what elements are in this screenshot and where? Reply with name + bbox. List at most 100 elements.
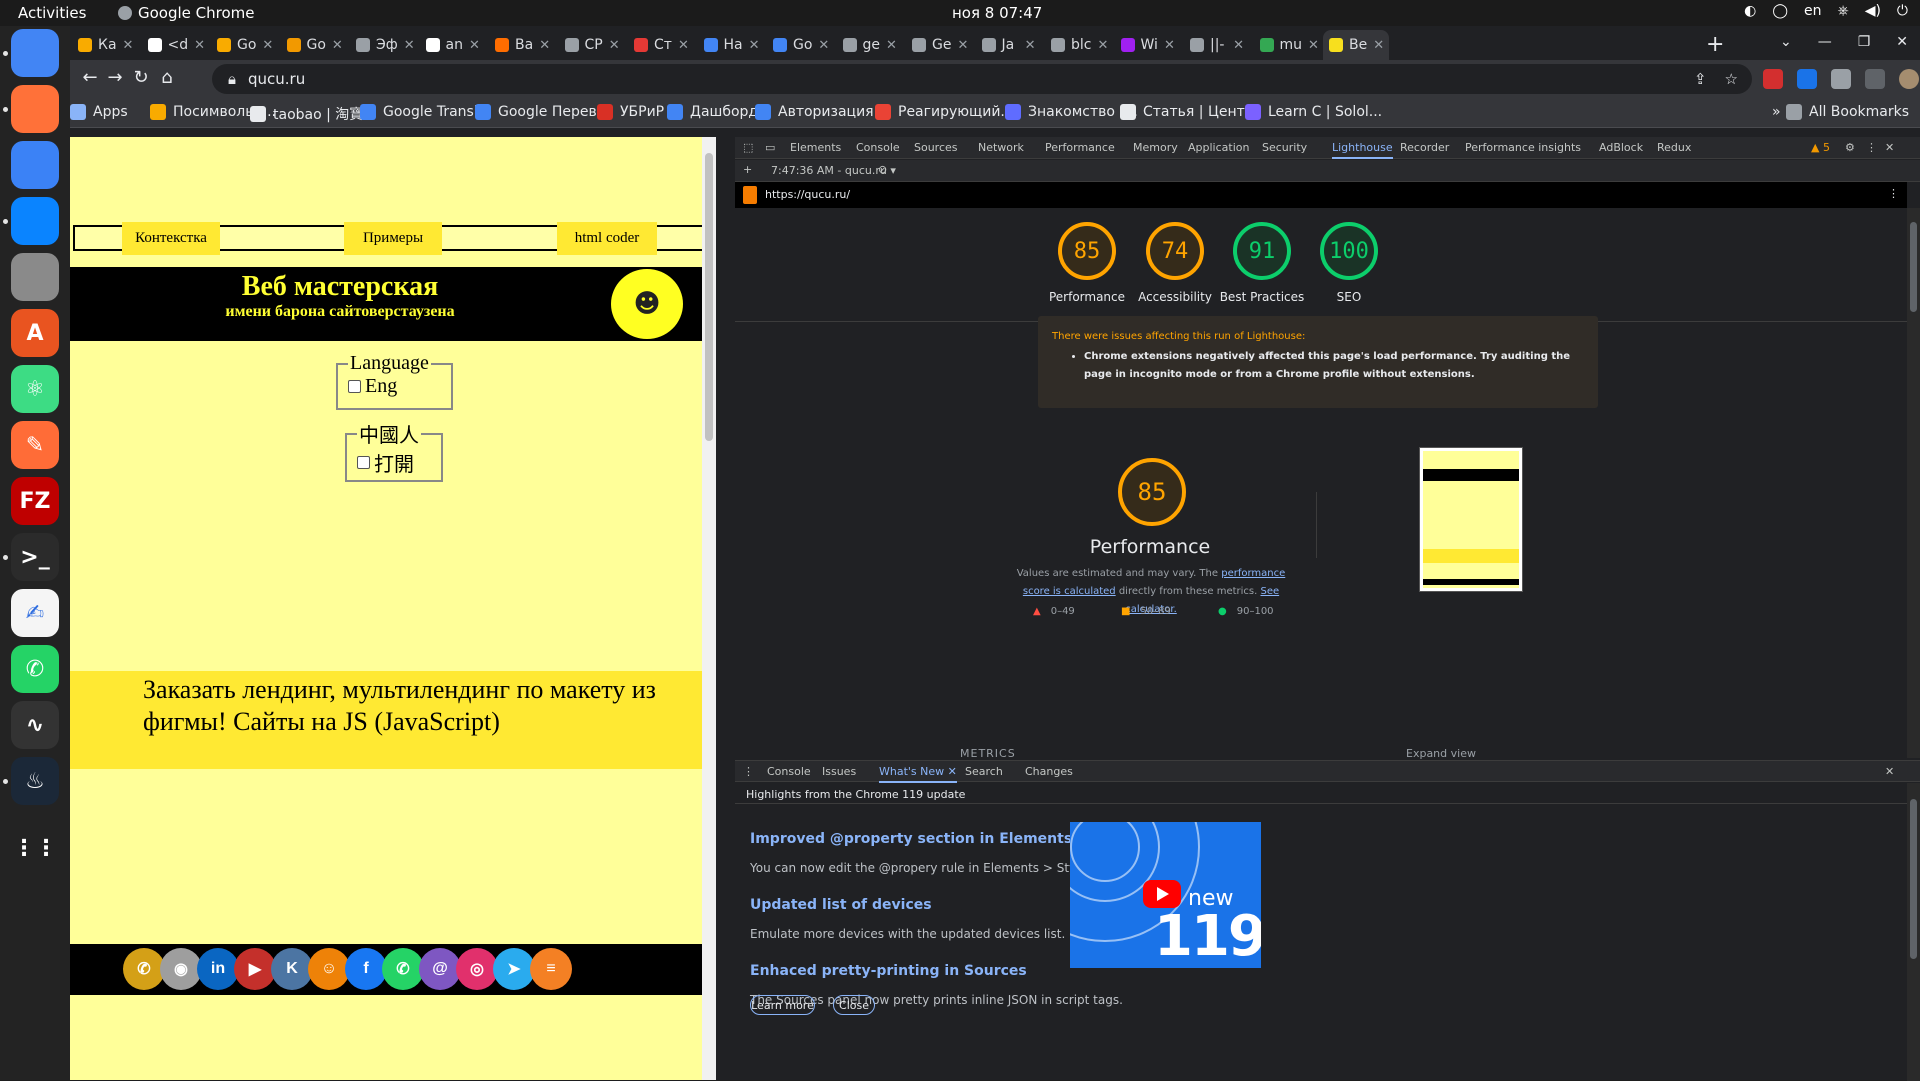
bookmark-item[interactable]: Google Transl... [360,104,491,120]
forward-icon[interactable]: → [103,67,127,88]
tab-search-icon[interactable]: ⌄ [1780,34,1792,50]
reload-icon[interactable]: ↻ [129,67,153,88]
tab-close-icon[interactable]: ✕ [539,38,550,53]
report-menu-icon[interactable]: ⋮ [1888,187,1899,200]
devtools-tab[interactable]: Redux [1657,141,1691,154]
bookmark-item[interactable]: Знакомство -... [1005,104,1138,120]
tab-close-icon[interactable]: ✕ [678,38,689,53]
device-toggle-icon[interactable]: ▭ [765,141,775,154]
home-icon[interactable]: ⌂ [155,67,179,88]
network-icon[interactable]: ⎈ [1837,3,1848,19]
clear-reports-icon[interactable]: ⊘ [878,163,887,176]
browser-tab[interactable]: CP ✕ [559,30,625,60]
browser-tab[interactable]: Be ✕ [1323,30,1389,60]
tab-close-icon[interactable]: ✕ [332,38,343,53]
share-icon[interactable]: ⇪ [1694,70,1707,88]
language-indicator[interactable]: en [1804,3,1822,19]
drawer-tab-close-icon[interactable]: ✕ [944,765,957,778]
page-scrollbar[interactable] [702,137,716,1080]
whatsapp-icon[interactable]: ✆ [382,948,424,990]
show-apps-icon[interactable]: ⋮⋮ [11,824,59,872]
devtools-tab[interactable]: Network [978,141,1024,154]
tab-close-icon[interactable]: ✕ [1097,38,1108,53]
tab-close-icon[interactable]: ✕ [749,38,760,53]
back-icon[interactable]: ← [78,67,102,88]
files-icon[interactable] [11,253,59,301]
tab-close-icon[interactable]: ✕ [1025,38,1036,53]
bookmark-item[interactable]: Дашборд [667,104,758,120]
telegram-icon[interactable]: ➤ [493,948,535,990]
all-bookmarks-button[interactable]: All Bookmarks [1786,104,1909,120]
address-bar[interactable]: 🔒︎ qucu.ru ⇪ ☆ [212,64,1752,94]
drawer-tab[interactable]: Console [767,765,811,778]
devtools-settings-icon[interactable]: ⚙ [1845,141,1855,154]
ok-icon[interactable]: ☺ [308,948,350,990]
eng-option[interactable]: Eng [348,375,441,398]
active-app-menu[interactable]: Google Chrome [118,4,255,22]
clock[interactable]: ноя 8 07:47 [952,4,1042,22]
tab-close-icon[interactable]: ✕ [886,38,897,53]
adblock-extension-icon[interactable] [1763,69,1783,89]
devtools-tab[interactable]: Performance [1045,141,1115,154]
page-screenshot-thumbnail[interactable] [1419,447,1523,592]
devtools-tab[interactable]: Lighthouse [1332,141,1393,159]
tab-close-icon[interactable]: ✕ [1308,38,1319,53]
site-logo[interactable]: ☻ [611,269,683,339]
report-url[interactable]: https://qucu.ru/ [765,188,850,201]
drawer-menu-icon[interactable]: ⋮ [743,765,754,778]
whatsapp-tray-icon[interactable]: ◯ [1772,3,1788,19]
score-gauge[interactable]: 100 SEO [1305,222,1393,306]
browser-tab[interactable]: Ge ✕ [906,30,972,60]
browser-tab[interactable]: Ha ✕ [698,30,764,60]
tab-close-icon[interactable]: ✕ [1233,38,1244,53]
tab-close-icon[interactable]: ✕ [404,38,415,53]
new-tab-button[interactable]: + [1706,32,1724,57]
eng-checkbox[interactable] [348,380,361,393]
bookmark-item[interactable]: Авторизация... [755,104,887,120]
drawer-tab[interactable]: What's New ✕ [879,765,957,783]
bookmark-star-icon[interactable]: ☆ [1725,70,1738,88]
open-option[interactable]: 打開 [357,448,431,477]
power-icon[interactable]: ⏻ [1897,3,1908,19]
news-title[interactable]: Enhaced pretty-printing in Sources [750,963,1027,979]
browser-tab[interactable]: Эф ✕ [350,30,416,60]
text-editor-icon[interactable]: ✍ [11,589,59,637]
minimize-icon[interactable]: — [1818,34,1832,50]
side-panel-icon[interactable] [1865,69,1885,89]
thunderbird-icon[interactable] [11,197,59,245]
browser-tab[interactable]: mu ✕ [1254,30,1320,60]
browser-tab[interactable]: Ва ✕ [489,30,555,60]
devtools-tab[interactable]: Performance insights [1465,141,1581,154]
browser-tab[interactable]: an ✕ [420,30,486,60]
bookmark-item[interactable]: Apps [70,104,128,120]
drawer-scrollbar[interactable] [1907,783,1920,1081]
browser-tab[interactable]: Wi ✕ [1115,30,1181,60]
vk-icon[interactable]: K [271,948,313,990]
new-report-icon[interactable]: + [743,163,752,176]
facebook-icon[interactable]: f [345,948,387,990]
expand-view-toggle[interactable]: Expand view [1406,747,1476,760]
postman-icon[interactable]: ✎ [11,421,59,469]
instagram-icon[interactable]: ◎ [456,948,498,990]
steam-icon[interactable]: ♨ [11,757,59,805]
report-scrollbar[interactable] [1907,208,1920,758]
app-center-icon[interactable]: A [11,309,59,357]
close-window-icon[interactable]: ✕ [1896,34,1908,50]
bookmarks-more-icon[interactable]: » [1772,104,1781,120]
tab-close-icon[interactable]: ✕ [1373,38,1384,53]
owl-icon[interactable]: ◉ [160,948,202,990]
issues-badge[interactable]: ▲ 5 [1811,141,1830,154]
browser-tab[interactable]: Ка ✕ [72,30,138,60]
system-monitor-icon[interactable]: ∿ [11,701,59,749]
browser-tab[interactable]: ||- ✕ [1184,30,1250,60]
devtools-tab[interactable]: Console [856,141,900,154]
browser-tab[interactable]: <d ✕ [142,30,208,60]
devtools-close-icon[interactable]: ✕ [1885,141,1894,154]
tab-close-icon[interactable]: ✕ [262,38,273,53]
drawer-tab[interactable]: Changes [1025,765,1073,778]
tab-close-icon[interactable]: ✕ [469,38,480,53]
atom-icon[interactable]: ⚛ [11,365,59,413]
tab-close-icon[interactable]: ✕ [957,38,968,53]
score-gauge[interactable]: 85 Performance [1043,222,1131,306]
youtube-icon[interactable]: ▶ [234,948,276,990]
